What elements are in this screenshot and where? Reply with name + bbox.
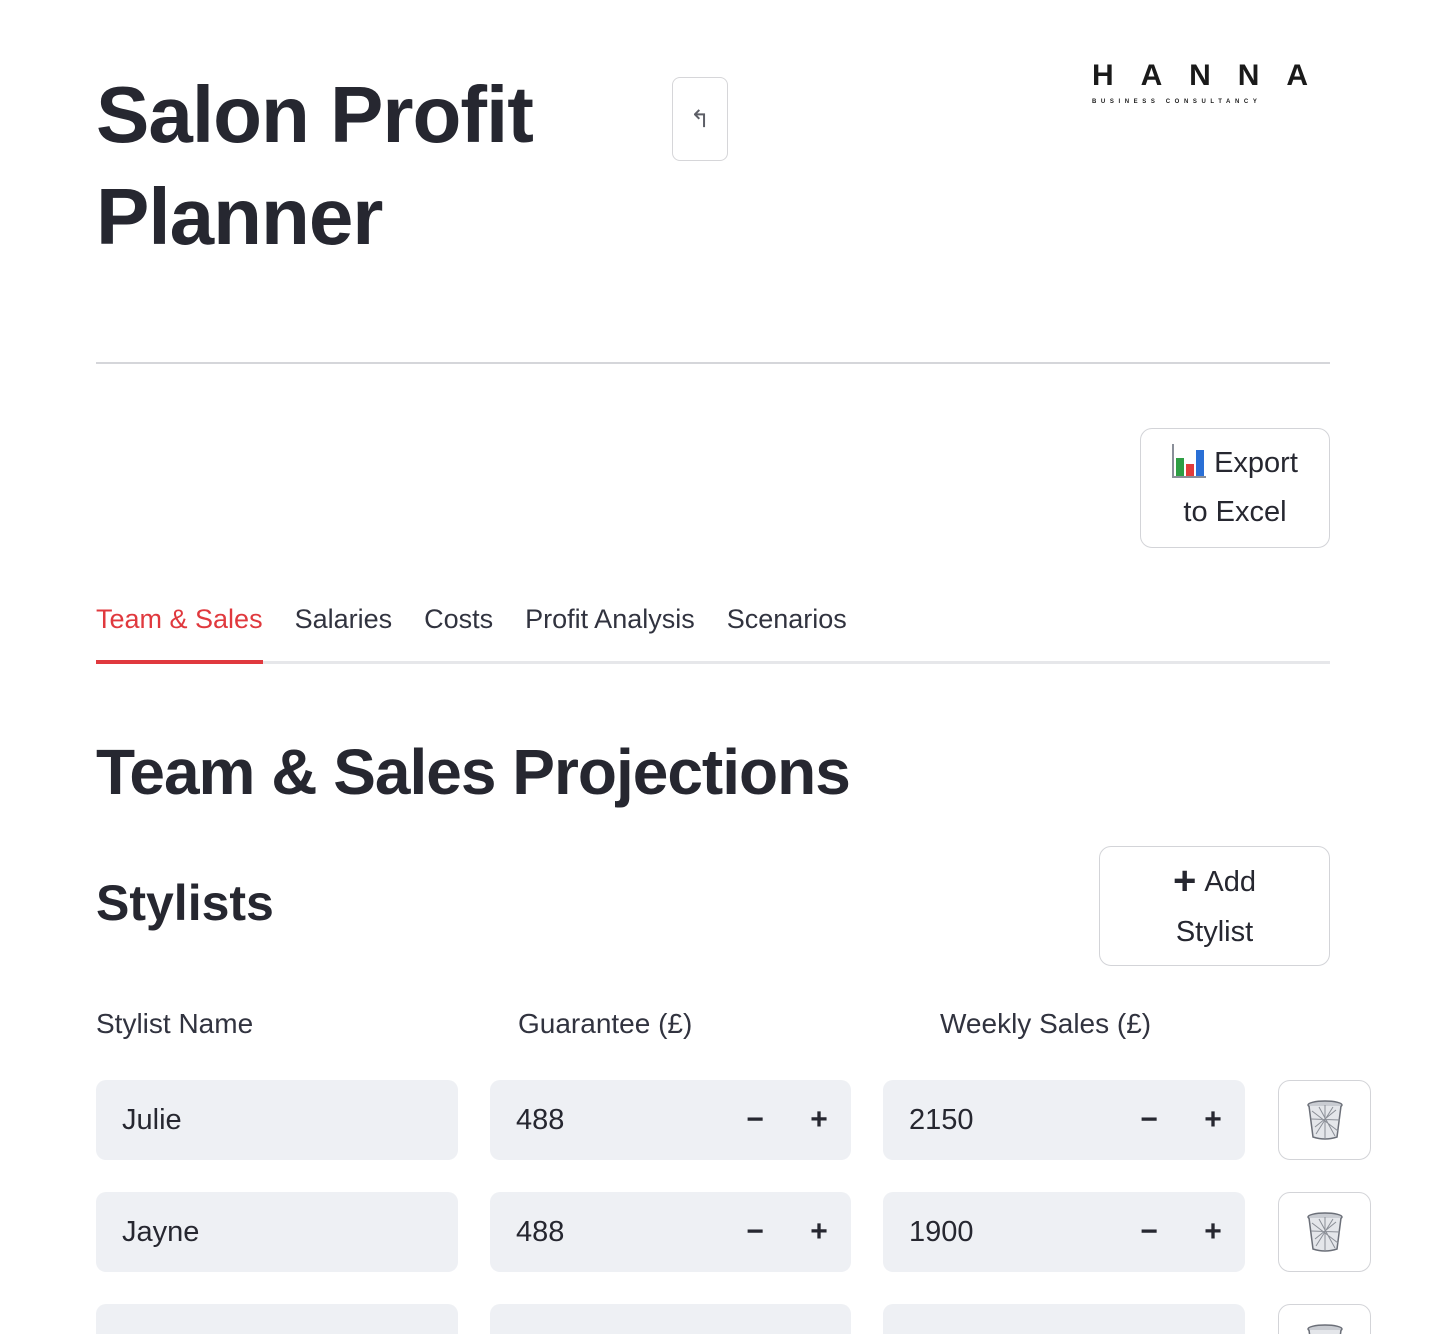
column-label-weekly-sales: Weekly Sales (£): [940, 1008, 1152, 1039]
weekly-sales-number-input[interactable]: [883, 1304, 1245, 1334]
salon-profit-planner-page: Salon Profit Planner ↰ H A N N A BUSINES…: [0, 0, 1436, 1334]
stylist-name-value: Julie: [122, 1103, 182, 1136]
column-label-guarantee: Guarantee (£): [518, 1008, 693, 1039]
plus-icon: +: [1173, 858, 1197, 903]
anchor-link-icon: ↰: [689, 105, 711, 133]
increment-button[interactable]: +: [1181, 1103, 1245, 1137]
stylist-row: Jayne 488 − + 1900 − +: [96, 1192, 1436, 1272]
weekly-sales-value: 2150: [909, 1103, 974, 1136]
logo-letter: A: [1140, 59, 1163, 92]
page-title: Salon Profit Planner: [96, 70, 534, 261]
stylist-name-input[interactable]: Julie: [96, 1080, 458, 1160]
logo-letter: H: [1092, 59, 1114, 92]
logo-letter: N: [1237, 59, 1260, 92]
wastebasket-icon: [1306, 1324, 1343, 1334]
delete-stylist-button[interactable]: [1278, 1192, 1371, 1272]
tab-scenarios[interactable]: Scenarios: [727, 596, 847, 661]
section-title: Team & Sales Projections: [96, 736, 851, 808]
logo-letter: N: [1189, 59, 1211, 92]
stylist-row: [96, 1304, 1436, 1334]
tab-costs[interactable]: Costs: [424, 596, 493, 661]
tab-profit-analysis[interactable]: Profit Analysis: [525, 596, 695, 661]
stylist-name-input[interactable]: [96, 1304, 458, 1334]
wastebasket-icon: [1306, 1100, 1343, 1140]
guarantee-value: 488: [516, 1103, 565, 1136]
tab-salaries[interactable]: Salaries: [295, 596, 393, 661]
decrement-button[interactable]: −: [723, 1215, 787, 1249]
header-divider: [96, 362, 1330, 364]
guarantee-number-input[interactable]: 488 − +: [490, 1192, 851, 1272]
export-to-excel-button[interactable]: Export to Excel: [1140, 428, 1330, 548]
weekly-sales-number-input[interactable]: 2150 − +: [883, 1080, 1245, 1160]
logo-tagline: BUSINESS CONSULTANCY: [1092, 99, 1262, 105]
stylist-name-input[interactable]: Jayne: [96, 1192, 458, 1272]
delete-stylist-button[interactable]: [1278, 1304, 1371, 1334]
decrement-button[interactable]: −: [1117, 1103, 1181, 1137]
decrement-button[interactable]: −: [1117, 1215, 1181, 1249]
increment-button[interactable]: +: [787, 1215, 851, 1249]
increment-button[interactable]: +: [787, 1103, 851, 1137]
increment-button[interactable]: +: [1181, 1215, 1245, 1249]
add-stylist-button[interactable]: + Add Stylist: [1099, 846, 1330, 966]
tab-bar: Team & Sales Salaries Costs Profit Analy…: [96, 596, 1330, 664]
stylist-row: Julie 488 − + 2150 − +: [96, 1080, 1436, 1160]
logo-letter: A: [1286, 59, 1308, 92]
bar-chart-icon: [1172, 444, 1207, 478]
column-label-stylist-name: Stylist Name: [96, 1008, 254, 1039]
wastebasket-icon: [1306, 1212, 1343, 1252]
stylists-heading: Stylists: [96, 875, 274, 931]
decrement-button[interactable]: −: [723, 1103, 787, 1137]
guarantee-number-input[interactable]: [490, 1304, 851, 1334]
title-anchor-link[interactable]: ↰: [672, 77, 728, 161]
hanna-logo: H A N N A BUSINESS CONSULTANCY: [1092, 60, 1308, 106]
guarantee-value: 488: [516, 1215, 565, 1248]
weekly-sales-number-input[interactable]: 1900 − +: [883, 1192, 1245, 1272]
delete-stylist-button[interactable]: [1278, 1080, 1371, 1160]
tab-team-sales[interactable]: Team & Sales: [96, 596, 263, 664]
stylist-name-value: Jayne: [122, 1215, 200, 1248]
weekly-sales-value: 1900: [909, 1215, 974, 1248]
guarantee-number-input[interactable]: 488 − +: [490, 1080, 851, 1160]
